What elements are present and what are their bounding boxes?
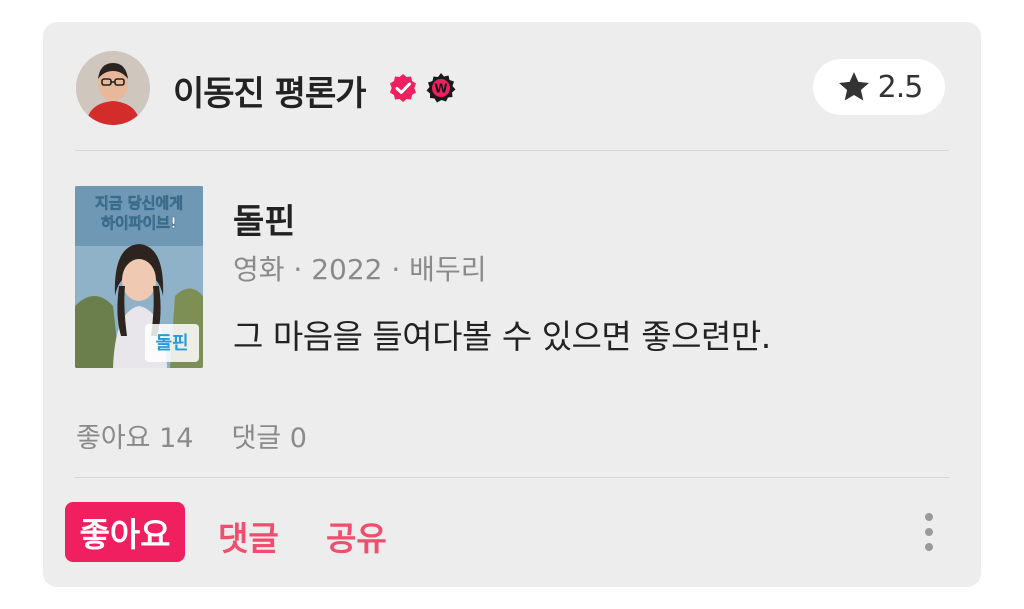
svg-text:지금 당신에게: 지금 당신에게 — [95, 194, 183, 212]
content-meta: 영화 · 2022 · 배두리 — [233, 253, 487, 286]
more-vertical-icon[interactable] — [919, 510, 939, 554]
svg-text:W: W — [434, 82, 447, 96]
comment-button[interactable]: 댓글 — [218, 512, 279, 560]
rating-value: 2.5 — [877, 69, 924, 105]
svg-text:하이파이브!: 하이파이브! — [101, 214, 177, 232]
svg-text:돌핀: 돌핀 — [155, 333, 188, 354]
like-count[interactable]: 좋아요 14 — [76, 423, 193, 454]
review-stats: 좋아요 14 댓글 0 — [76, 416, 307, 455]
share-button[interactable]: 공유 — [326, 512, 387, 560]
star-icon — [838, 72, 869, 101]
review-card: 이동진 평론가 W 2.5 지금 당신에게 하이파이브! 돌핀 돌핀 영화 · … — [43, 22, 981, 587]
content-poster[interactable]: 지금 당신에게 하이파이브! 돌핀 — [75, 186, 203, 368]
rating-badge: 2.5 — [813, 59, 945, 115]
verified-badge-icon — [390, 74, 416, 102]
review-text[interactable]: 그 마음을 들여다볼 수 있으면 좋으련만. — [233, 310, 771, 358]
like-button[interactable]: 좋아요 — [65, 502, 185, 562]
header-divider — [75, 150, 949, 151]
content-title[interactable]: 돌핀 — [233, 194, 296, 243]
author-avatar[interactable] — [76, 51, 150, 125]
watcha-w-badge-icon: W — [426, 73, 456, 103]
author-name[interactable]: 이동진 평론가 — [173, 66, 367, 115]
actions-divider — [75, 477, 949, 478]
comment-count[interactable]: 댓글 0 — [231, 423, 306, 454]
